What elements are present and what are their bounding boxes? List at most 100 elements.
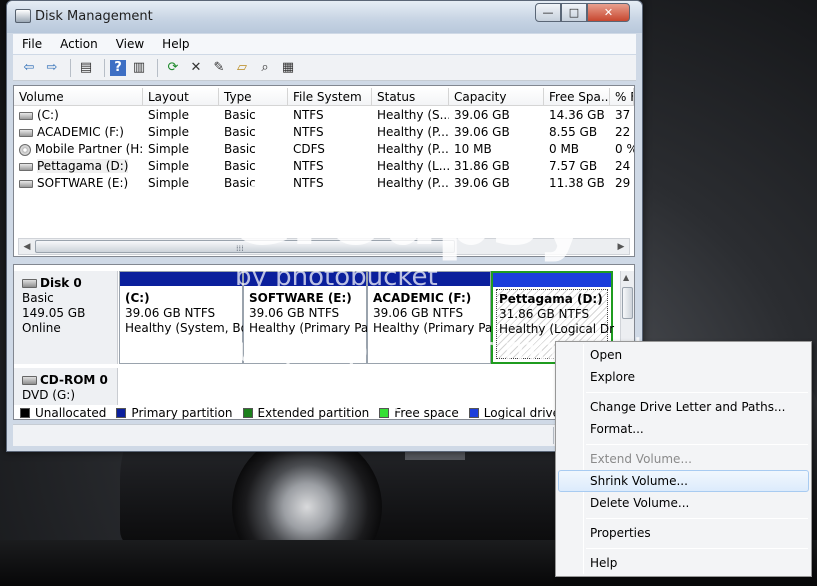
menu-separator bbox=[586, 548, 808, 549]
toolbar-separator bbox=[157, 58, 158, 77]
volume-status: Healthy (L... bbox=[377, 159, 449, 173]
partition-name: (C:) bbox=[125, 291, 150, 305]
column-header-capacity[interactable]: Capacity bbox=[449, 88, 544, 106]
partition-size: 31.86 GB NTFS bbox=[499, 307, 590, 321]
volume-file-system: NTFS bbox=[293, 176, 324, 190]
scrollbar-thumb[interactable]: ⁞⁞⁞ bbox=[35, 240, 455, 253]
legend-item: Unallocated bbox=[20, 406, 106, 419]
minimize-button[interactable]: — bbox=[535, 3, 561, 22]
partition-size: 39.06 GB NTFS bbox=[373, 306, 464, 320]
volume-capacity: 39.06 GB bbox=[454, 176, 510, 190]
menu-help[interactable]: Help bbox=[153, 37, 198, 51]
partition-software[interactable]: SOFTWARE (E:) 39.06 GB NTFS Healthy (Pri… bbox=[243, 271, 373, 364]
help-icon[interactable]: ? bbox=[110, 59, 126, 76]
disk-0-label[interactable]: Disk 0 Basic 149.05 GB Online bbox=[14, 271, 118, 364]
volume-free-space: 14.36 GB bbox=[549, 108, 605, 122]
toolbar-separator bbox=[104, 58, 105, 77]
table-row[interactable]: ACADEMIC (F:) Simple Basic NTFS Healthy … bbox=[14, 124, 634, 141]
open-folder-icon[interactable]: ▱ bbox=[232, 58, 252, 78]
forward-arrow-icon[interactable]: ⇨ bbox=[42, 58, 62, 78]
horizontal-scrollbar[interactable]: ◀ ⁞⁞⁞ ▶ bbox=[18, 238, 630, 255]
column-header-percent-free[interactable]: % F bbox=[610, 88, 634, 106]
close-button[interactable]: ✕ bbox=[587, 3, 630, 22]
menu-item-properties[interactable]: Properties bbox=[590, 524, 651, 542]
column-header-file-system[interactable]: File System bbox=[288, 88, 372, 106]
disk-size: 149.05 GB bbox=[22, 306, 86, 320]
column-header-status[interactable]: Status bbox=[372, 88, 449, 106]
legend-item: Logical drive bbox=[468, 406, 560, 419]
menu-item-format[interactable]: Format... bbox=[590, 420, 644, 438]
menu-separator bbox=[586, 392, 808, 393]
disk-type: DVD (G:) bbox=[22, 388, 75, 402]
partition-c[interactable]: (C:) 39.06 GB NTFS Healthy (System, Boo bbox=[119, 271, 255, 364]
properties-icon[interactable]: ✎ bbox=[209, 58, 229, 78]
settings-icon[interactable]: ▦ bbox=[278, 58, 298, 78]
volume-icon bbox=[19, 111, 33, 120]
swatch-unallocated bbox=[20, 408, 30, 418]
show-hide-console-tree-icon[interactable]: ▤ bbox=[76, 58, 96, 78]
refresh-icon[interactable]: ⟳ bbox=[163, 58, 183, 78]
column-header-layout[interactable]: Layout bbox=[143, 88, 219, 106]
table-row[interactable]: Mobile Partner (H:) Simple Basic CDFS He… bbox=[14, 141, 634, 158]
partition-academic[interactable]: ACADEMIC (F:) 39.06 GB NTFS Healthy (Pri… bbox=[367, 271, 497, 364]
volume-file-system: NTFS bbox=[293, 125, 324, 139]
volume-layout: Simple bbox=[148, 108, 189, 122]
status-divider bbox=[553, 427, 554, 444]
disk-management-icon bbox=[15, 9, 31, 23]
cd-volume-icon bbox=[19, 143, 31, 156]
volume-status: Healthy (P... bbox=[377, 142, 449, 156]
menu-separator bbox=[586, 444, 808, 445]
volume-type: Basic bbox=[224, 108, 256, 122]
volume-free-space: 0 MB bbox=[549, 142, 580, 156]
volume-name: Mobile Partner (H:) bbox=[35, 142, 143, 156]
menu-item-change-drive-letter[interactable]: Change Drive Letter and Paths... bbox=[590, 398, 785, 416]
partition-status: Healthy (System, Boo bbox=[125, 321, 256, 335]
volume-file-system: CDFS bbox=[293, 142, 325, 156]
menu-action[interactable]: Action bbox=[51, 37, 107, 51]
menu-bar: File Action View Help bbox=[13, 34, 636, 54]
column-header-volume[interactable]: Volume bbox=[14, 88, 143, 106]
volume-type: Basic bbox=[224, 142, 256, 156]
status-bar bbox=[13, 424, 636, 446]
menu-item-shrink-volume[interactable]: Shrink Volume... bbox=[590, 472, 688, 490]
menu-item-explore[interactable]: Explore bbox=[590, 368, 635, 386]
delete-icon[interactable]: ✕ bbox=[186, 58, 206, 78]
menu-item-help[interactable]: Help bbox=[590, 554, 617, 572]
logical-drive-bar bbox=[493, 273, 611, 287]
table-row[interactable]: Pettagama (D:) Simple Basic NTFS Healthy… bbox=[14, 158, 634, 175]
volume-list-rows: (C:) Simple Basic NTFS Healthy (S... 39.… bbox=[14, 107, 634, 192]
menu-item-open[interactable]: Open bbox=[590, 346, 622, 364]
volume-name: (C:) bbox=[37, 108, 59, 122]
column-header-free-space[interactable]: Free Spa... bbox=[544, 88, 610, 106]
table-row[interactable]: (C:) Simple Basic NTFS Healthy (S... 39.… bbox=[14, 107, 634, 124]
maximize-button[interactable]: □ bbox=[561, 3, 587, 22]
volume-percent-free: 37 bbox=[615, 108, 631, 122]
cdrom-0-label[interactable]: CD-ROM 0 DVD (G:) bbox=[14, 368, 118, 405]
volume-file-system: NTFS bbox=[293, 108, 324, 122]
menu-item-delete-volume[interactable]: Delete Volume... bbox=[590, 494, 689, 512]
cd-rom-icon bbox=[22, 376, 37, 385]
swatch-primary bbox=[116, 408, 127, 418]
table-row[interactable]: SOFTWARE (E:) Simple Basic NTFS Healthy … bbox=[14, 175, 634, 192]
disk-0-partitions: (C:) 39.06 GB NTFS Healthy (System, Boo … bbox=[119, 271, 615, 364]
volume-list[interactable]: Volume Layout Type File System Status Ca… bbox=[13, 85, 635, 257]
volume-layout: Simple bbox=[148, 125, 189, 139]
menu-view[interactable]: View bbox=[107, 37, 153, 51]
title-bar[interactable]: Disk Management — □ ✕ bbox=[7, 1, 642, 33]
scroll-right-icon[interactable]: ▶ bbox=[614, 240, 628, 254]
legend-item: Primary partition bbox=[116, 406, 233, 419]
partition-status: Healthy (Logical Dr bbox=[499, 322, 615, 336]
primary-partition-bar bbox=[120, 272, 242, 286]
menu-file[interactable]: File bbox=[13, 37, 51, 51]
volume-icon bbox=[19, 162, 33, 171]
volume-percent-free: 0 % bbox=[615, 142, 634, 156]
search-icon[interactable]: ⌕ bbox=[255, 58, 275, 78]
volume-list-header: Volume Layout Type File System Status Ca… bbox=[14, 88, 634, 106]
scroll-left-icon[interactable]: ◀ bbox=[20, 240, 34, 254]
column-header-type[interactable]: Type bbox=[219, 88, 288, 106]
partition-name: SOFTWARE (E:) bbox=[249, 291, 352, 305]
back-arrow-icon[interactable]: ⇦ bbox=[19, 58, 39, 78]
scrollbar-thumb[interactable] bbox=[622, 287, 633, 319]
show-hide-action-pane-icon[interactable]: ▥ bbox=[129, 58, 149, 78]
scroll-up-icon[interactable]: ▲ bbox=[623, 273, 629, 282]
